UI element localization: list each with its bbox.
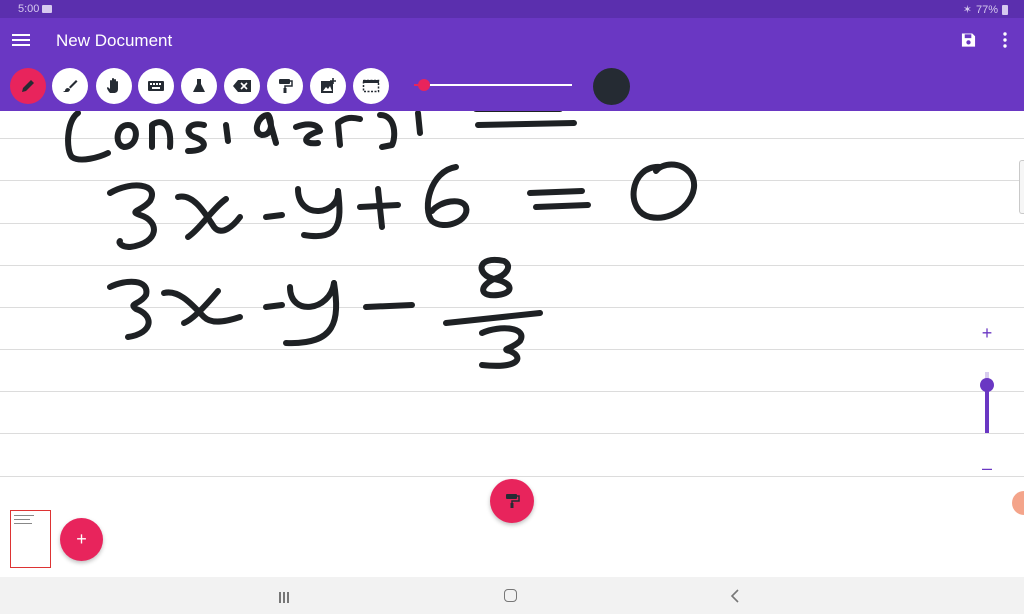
handwriting-line-3 (107, 256, 543, 369)
back-icon[interactable] (729, 589, 743, 603)
stroke-width-slider[interactable] (420, 84, 572, 86)
keyboard-tool[interactable] (138, 68, 174, 104)
select-area-tool[interactable] (353, 68, 389, 104)
eraser-tool[interactable] (224, 68, 260, 104)
brush-icon (63, 80, 78, 92)
battery-icon (1002, 4, 1008, 15)
menu-icon[interactable] (12, 31, 30, 49)
mute-icon: ✶ (962, 4, 972, 16)
paint-roller-tool[interactable] (267, 68, 303, 104)
pen-icon (22, 80, 34, 92)
save-icon[interactable] (961, 32, 976, 48)
battery-percent: 77% (975, 3, 998, 16)
pen-tool[interactable] (10, 68, 46, 104)
add-image-tool[interactable] (310, 68, 346, 104)
selection-icon (362, 79, 380, 93)
system-nav-bar (0, 577, 1024, 614)
camera-icon (42, 5, 52, 13)
zoom-in-button[interactable]: + (979, 324, 995, 342)
pan-tool[interactable] (96, 68, 132, 104)
flask-icon (193, 79, 205, 92)
pen-color-swatch[interactable] (593, 68, 630, 105)
keyboard-icon (148, 81, 164, 91)
zoom-slider[interactable] (985, 385, 989, 433)
app-bar: New Document (0, 18, 1024, 64)
document-title: New Document (56, 31, 173, 50)
paint-roller-icon (279, 79, 293, 93)
home-icon[interactable] (504, 589, 517, 602)
status-right: ✶ 77% (963, 3, 1008, 16)
zoom-slider-thumb[interactable] (980, 378, 994, 392)
drawing-toolbar (0, 64, 1024, 111)
handwriting-line-1 (65, 111, 577, 163)
paint-roller-icon (506, 494, 520, 508)
backspace-icon (233, 80, 251, 92)
status-bar: 5:00 ✶ 77% (0, 0, 1024, 18)
hand-icon (107, 78, 118, 93)
more-vert-icon[interactable] (1000, 31, 1010, 49)
zoom-out-button[interactable]: – (979, 459, 995, 477)
page-thumbnail[interactable] (10, 510, 51, 568)
highlighter-tool[interactable] (52, 68, 88, 104)
canvas-scrollbar[interactable] (1019, 160, 1024, 214)
flask-tool[interactable] (181, 68, 217, 104)
format-fab[interactable] (490, 479, 534, 523)
stroke-width-thumb[interactable] (418, 79, 430, 91)
recent-apps-icon[interactable] (279, 590, 291, 603)
add-page-button[interactable]: + (60, 518, 103, 561)
status-time: 5:00 (18, 3, 40, 15)
add-photo-icon (321, 78, 336, 93)
handwriting-line-2 (107, 161, 698, 250)
